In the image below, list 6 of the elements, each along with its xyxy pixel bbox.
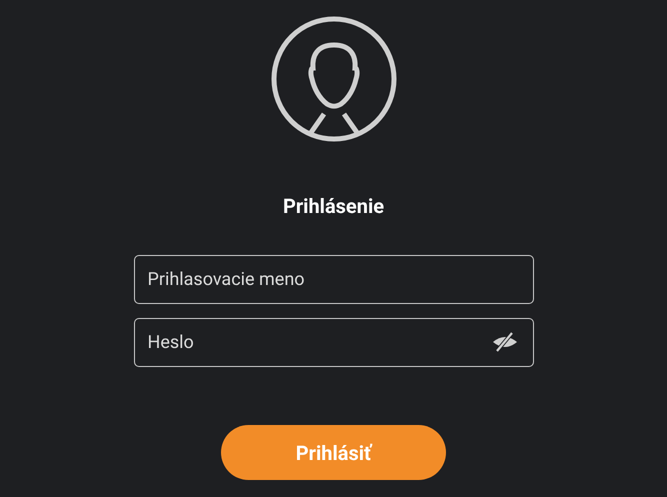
login-title: Prihlásenie [282, 194, 384, 218]
username-field[interactable]: Prihlasovacie meno [134, 255, 534, 304]
login-button[interactable]: Prihlásiť [221, 425, 446, 480]
eye-slash-icon[interactable] [492, 331, 518, 353]
user-avatar-icon [270, 16, 396, 142]
password-field[interactable]: Heslo [134, 318, 534, 367]
